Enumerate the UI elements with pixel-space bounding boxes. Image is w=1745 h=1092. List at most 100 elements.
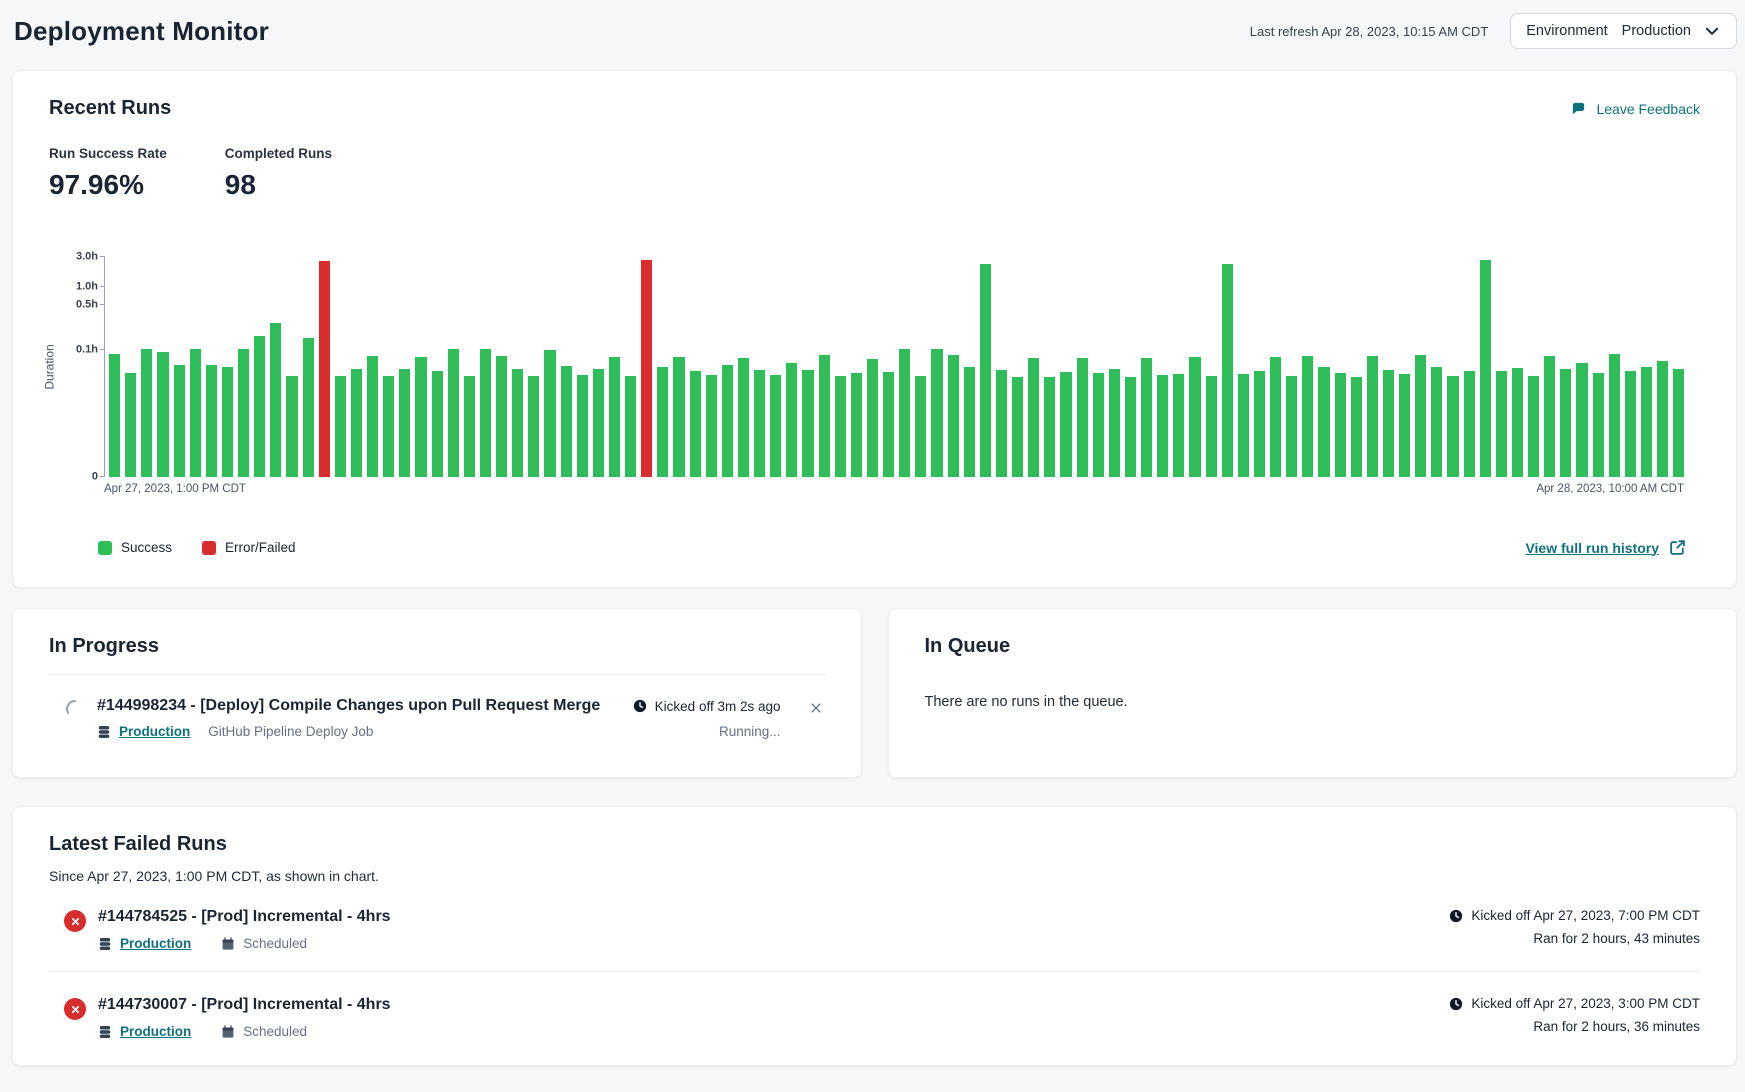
chart-bar-success [1641, 367, 1652, 477]
chart-bar-success [577, 375, 588, 477]
chart-bar-success [1609, 354, 1620, 477]
chart-bar-success [770, 375, 781, 477]
chart-bar-success [1431, 367, 1442, 477]
chart-bar-success [980, 264, 991, 478]
stats-row: Run Success Rate 97.96% Completed Runs 9… [49, 146, 1700, 201]
legend-swatch-success [98, 541, 112, 555]
cancel-run-button[interactable] [807, 699, 825, 717]
chart-bar-success [1173, 374, 1184, 477]
chart-bar-success [254, 336, 265, 477]
chart-bar-success [996, 370, 1007, 477]
chart-bar-success [835, 376, 846, 477]
chart-bar-success [754, 370, 765, 477]
chart-bar-success [383, 376, 394, 477]
in-progress-title: In Progress [49, 635, 825, 658]
chart-bar-failed [319, 261, 330, 477]
latest-failed-runs-card: Latest Failed Runs Since Apr 27, 2023, 1… [12, 806, 1737, 1066]
chart-bar-success [738, 358, 749, 477]
chart-bar-success [706, 375, 717, 477]
y-axis-tick [100, 304, 105, 305]
chart-bar-success [125, 373, 136, 477]
chart-bar-success [1222, 264, 1233, 478]
chart-bar-success [673, 357, 684, 477]
legend-label-success: Success [121, 540, 172, 555]
chart-bar-success [625, 376, 636, 477]
chart-bar-success [609, 357, 620, 477]
chart-bar-success [303, 338, 314, 477]
trigger-type: Scheduled [221, 936, 307, 951]
y-axis-tick-label: 0 [92, 472, 98, 483]
chart-bar-success [1593, 373, 1604, 477]
chart-bar-success [1512, 368, 1523, 477]
chart-bar-success [786, 363, 797, 477]
legend-item-success: Success [98, 540, 172, 555]
environment-link[interactable]: Production [120, 936, 191, 951]
x-axis-labels: Apr 27, 2023, 1:00 PM CDT Apr 28, 2023, … [104, 483, 1684, 495]
in-queue-title: In Queue [925, 635, 1701, 658]
environment-link[interactable]: Production [120, 1024, 191, 1039]
chart-bar-success [1496, 371, 1507, 477]
clock-icon [633, 699, 647, 713]
chart-bar-success [1480, 260, 1491, 477]
chart-bar-success [593, 369, 604, 477]
y-axis-tick-label: 3.0h [76, 252, 98, 263]
chart-bar-success [1560, 369, 1571, 477]
in-queue-card: In Queue There are no runs in the queue. [888, 608, 1738, 778]
chart-bar-success [270, 323, 281, 477]
chart-bar-success [851, 373, 862, 477]
environment-link[interactable]: Production [119, 724, 190, 739]
failed-runs-subtitle: Since Apr 27, 2023, 1:00 PM CDT, as show… [49, 868, 1700, 884]
chart-bar-success [367, 356, 378, 477]
chart-bar-success [1077, 358, 1088, 477]
chart-bar-success [1576, 363, 1587, 477]
chart-bar-success [964, 367, 975, 477]
environment-dropdown[interactable]: Environment Production [1510, 13, 1737, 49]
chart-bar-success [1657, 361, 1668, 478]
queue-empty-message: There are no runs in the queue. [925, 694, 1701, 710]
x-axis-start-label: Apr 27, 2023, 1:00 PM CDT [104, 483, 246, 495]
chart-bar-success [948, 355, 959, 477]
error-icon [64, 910, 86, 932]
chart-bar-success [464, 376, 475, 477]
chart-bar-success [222, 367, 233, 477]
database-icon [97, 725, 111, 739]
chart-bar-success [1238, 374, 1249, 477]
chart-bar-success [432, 371, 443, 477]
chart-bar-success [206, 365, 217, 477]
view-full-run-history-link[interactable]: View full run history [1525, 540, 1659, 556]
chart-bar-success [157, 352, 168, 477]
spinner-icon [65, 699, 85, 719]
chart-bars [109, 257, 1684, 477]
chart-bar-success [190, 349, 201, 477]
leave-feedback-link[interactable]: Leave Feedback [1571, 101, 1700, 117]
trigger-type: Scheduled [221, 1024, 307, 1039]
kicked-off-text: Kicked off Apr 27, 2023, 3:00 PM CDT [1449, 996, 1700, 1011]
clock-icon [1449, 909, 1463, 923]
chart-bar-success [1544, 356, 1555, 477]
recent-runs-card: Recent Runs Leave Feedback Run Success R… [12, 70, 1737, 588]
chart-bar-success [1302, 356, 1313, 477]
stat-completed-runs: Completed Runs 98 [225, 146, 332, 201]
chart-bar-success [335, 376, 346, 477]
failed-run-row: #144784525 - [Prod] Incremental - 4hrs P… [49, 908, 1700, 951]
divider [49, 971, 1700, 972]
stat-label: Run Success Rate [49, 146, 167, 161]
run-status: Running... [719, 724, 781, 739]
stat-value: 97.96% [49, 169, 167, 201]
chart-bar-success [109, 354, 120, 477]
chart-bar-success [899, 349, 910, 477]
chart-bar-success [1028, 358, 1039, 477]
close-icon [809, 701, 823, 715]
last-refresh-text: Last refresh Apr 28, 2023, 10:15 AM CDT [1250, 24, 1488, 39]
legend-swatch-failed [202, 541, 216, 555]
run-title: #144784525 - [Prod] Incremental - 4hrs [98, 908, 1449, 926]
y-axis-tick [100, 256, 105, 257]
database-icon [98, 937, 112, 951]
chart-bar-success [1673, 369, 1684, 477]
chart-bar-failed [641, 260, 652, 477]
y-axis-tick [100, 349, 105, 350]
page-header: Deployment Monitor Last refresh Apr 28, … [0, 0, 1745, 62]
chart-bar-success [1060, 372, 1071, 477]
chart-bar-success [1383, 370, 1394, 477]
run-title: #144998234 - [Deploy] Compile Changes up… [97, 697, 600, 715]
